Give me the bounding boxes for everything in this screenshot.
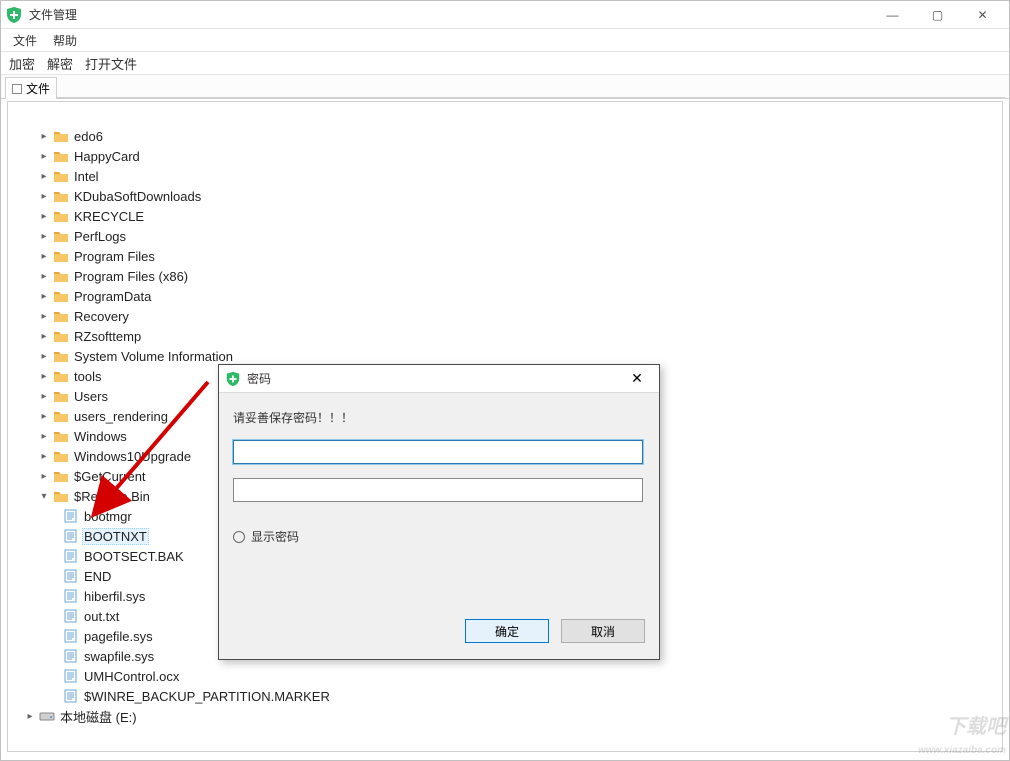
titlebar: 文件管理 — ▢ ✕: [1, 1, 1009, 29]
show-password-label: 显示密码: [251, 528, 299, 545]
dialog-close-button[interactable]: ✕: [621, 370, 653, 387]
chevron-right-icon[interactable]: ▸: [38, 331, 50, 342]
dialog-title: 密码: [247, 370, 621, 387]
chevron-right-icon[interactable]: ▸: [38, 231, 50, 242]
tabstrip: 文件: [1, 75, 1009, 99]
chevron-right-icon[interactable]: ▸: [38, 251, 50, 262]
folder-label: $Recycle.Bin: [72, 489, 152, 504]
tab-square-icon: [12, 84, 22, 94]
password-dialog: 密码 ✕ 请妥善保存密码！！！ 显示密码 确定 取消: [218, 364, 660, 660]
menubar: 文件 帮助: [1, 29, 1009, 51]
chevron-right-icon[interactable]: ▸: [38, 191, 50, 202]
folder-label: edo6: [72, 129, 105, 144]
chevron-right-icon[interactable]: ▸: [38, 371, 50, 382]
chevron-right-icon[interactable]: ▸: [38, 131, 50, 142]
file-label: END: [82, 569, 113, 584]
file-label: pagefile.sys: [82, 629, 155, 644]
folder-label: $GetCurrent: [72, 469, 148, 484]
folder-item[interactable]: ▸ HappyCard: [16, 146, 998, 166]
app-shield-icon: [5, 6, 23, 24]
file-label: out.txt: [82, 609, 121, 624]
window-controls: — ▢ ✕: [870, 1, 1005, 29]
folder-item[interactable]: ▸ Program Files: [16, 246, 998, 266]
drive-label: 本地磁盘 (E:): [58, 707, 139, 726]
toolbar-open[interactable]: 打开文件: [85, 54, 137, 73]
chevron-right-icon[interactable]: ▸: [38, 351, 50, 362]
chevron-right-icon[interactable]: ▸: [38, 431, 50, 442]
folder-label: ProgramData: [72, 289, 153, 304]
chevron-right-icon[interactable]: ▸: [38, 211, 50, 222]
folder-label: Users: [72, 389, 110, 404]
ok-button[interactable]: 确定: [465, 619, 549, 643]
chevron-right-icon[interactable]: ▸: [38, 391, 50, 402]
tab-file[interactable]: 文件: [5, 77, 57, 99]
folder-item[interactable]: ▸ KRECYCLE: [16, 206, 998, 226]
minimize-button[interactable]: —: [870, 1, 915, 29]
folder-label: Program Files: [72, 249, 157, 264]
chevron-right-icon[interactable]: ▸: [38, 411, 50, 422]
folder-label: KDubaSoftDownloads: [72, 189, 203, 204]
chevron-right-icon[interactable]: ▸: [38, 271, 50, 282]
menu-help[interactable]: 帮助: [49, 30, 81, 51]
close-button[interactable]: ✕: [960, 1, 1005, 29]
folder-item[interactable]: ▸ ProgramData: [16, 286, 998, 306]
chevron-right-icon[interactable]: ▸: [38, 291, 50, 302]
toolbar-decrypt[interactable]: 解密: [47, 54, 73, 73]
drive-item[interactable]: ▸ 本地磁盘 (E:): [16, 706, 998, 726]
dialog-message: 请妥善保存密码！！！: [233, 409, 645, 426]
folder-label: users_rendering: [72, 409, 170, 424]
chevron-right-icon[interactable]: ▸: [38, 171, 50, 182]
folder-label: PerfLogs: [72, 229, 128, 244]
file-label: BOOTNXT: [82, 528, 149, 545]
folder-item[interactable]: ▸ PerfLogs: [16, 226, 998, 246]
chevron-right-icon[interactable]: ▸: [38, 151, 50, 162]
tab-file-label: 文件: [26, 80, 50, 97]
folder-label: Recovery: [72, 309, 131, 324]
file-label: swapfile.sys: [82, 649, 156, 664]
folder-label: RZsofttemp: [72, 329, 143, 344]
file-item[interactable]: $WINRE_BACKUP_PARTITION.MARKER: [16, 686, 998, 706]
folder-label: Program Files (x86): [72, 269, 190, 284]
folder-item[interactable]: ▸ Recovery: [16, 306, 998, 326]
folder-label: Windows: [72, 429, 129, 444]
password-input-2[interactable]: [233, 478, 643, 502]
chevron-right-icon[interactable]: ▸: [38, 311, 50, 322]
folder-item[interactable]: ▸ Intel: [16, 166, 998, 186]
radio-icon: [233, 531, 245, 543]
chevron-right-icon[interactable]: ▸: [38, 471, 50, 482]
maximize-button[interactable]: ▢: [915, 1, 960, 29]
menu-file[interactable]: 文件: [9, 30, 41, 51]
cancel-button[interactable]: 取消: [561, 619, 645, 643]
file-label: BOOTSECT.BAK: [82, 549, 186, 564]
file-item[interactable]: UMHControl.ocx: [16, 666, 998, 686]
show-password-toggle[interactable]: 显示密码: [233, 528, 645, 545]
file-label: $WINRE_BACKUP_PARTITION.MARKER: [82, 689, 332, 704]
chevron-right-icon[interactable]: ▸: [24, 711, 36, 722]
file-label: UMHControl.ocx: [82, 669, 181, 684]
dialog-buttons: 确定 取消: [465, 619, 645, 643]
file-label: hiberfil.sys: [82, 589, 147, 604]
dialog-shield-icon: [225, 371, 241, 387]
folder-label: Windows10Upgrade: [72, 449, 193, 464]
password-input-1[interactable]: [233, 440, 643, 464]
file-label: bootmgr: [82, 509, 134, 524]
dialog-body: 请妥善保存密码！！！ 显示密码: [219, 393, 659, 555]
folder-item[interactable]: ▸ edo6: [16, 126, 998, 146]
folder-label: Intel: [72, 169, 101, 184]
folder-item[interactable]: ▸ System Volume Information: [16, 346, 998, 366]
toolbar: 加密 解密 打开文件: [1, 51, 1009, 75]
chevron-down-icon[interactable]: ▾: [38, 491, 50, 502]
dialog-titlebar: 密码 ✕: [219, 365, 659, 393]
window-title: 文件管理: [29, 6, 870, 23]
folder-label: HappyCard: [72, 149, 142, 164]
folder-label: KRECYCLE: [72, 209, 146, 224]
folder-item[interactable]: ▸ RZsofttemp: [16, 326, 998, 346]
folder-label: tools: [72, 369, 103, 384]
toolbar-encrypt[interactable]: 加密: [9, 54, 35, 73]
folder-item[interactable]: ▸ KDubaSoftDownloads: [16, 186, 998, 206]
folder-label: System Volume Information: [72, 349, 235, 364]
chevron-right-icon[interactable]: ▸: [38, 451, 50, 462]
folder-item[interactable]: ▸ Program Files (x86): [16, 266, 998, 286]
